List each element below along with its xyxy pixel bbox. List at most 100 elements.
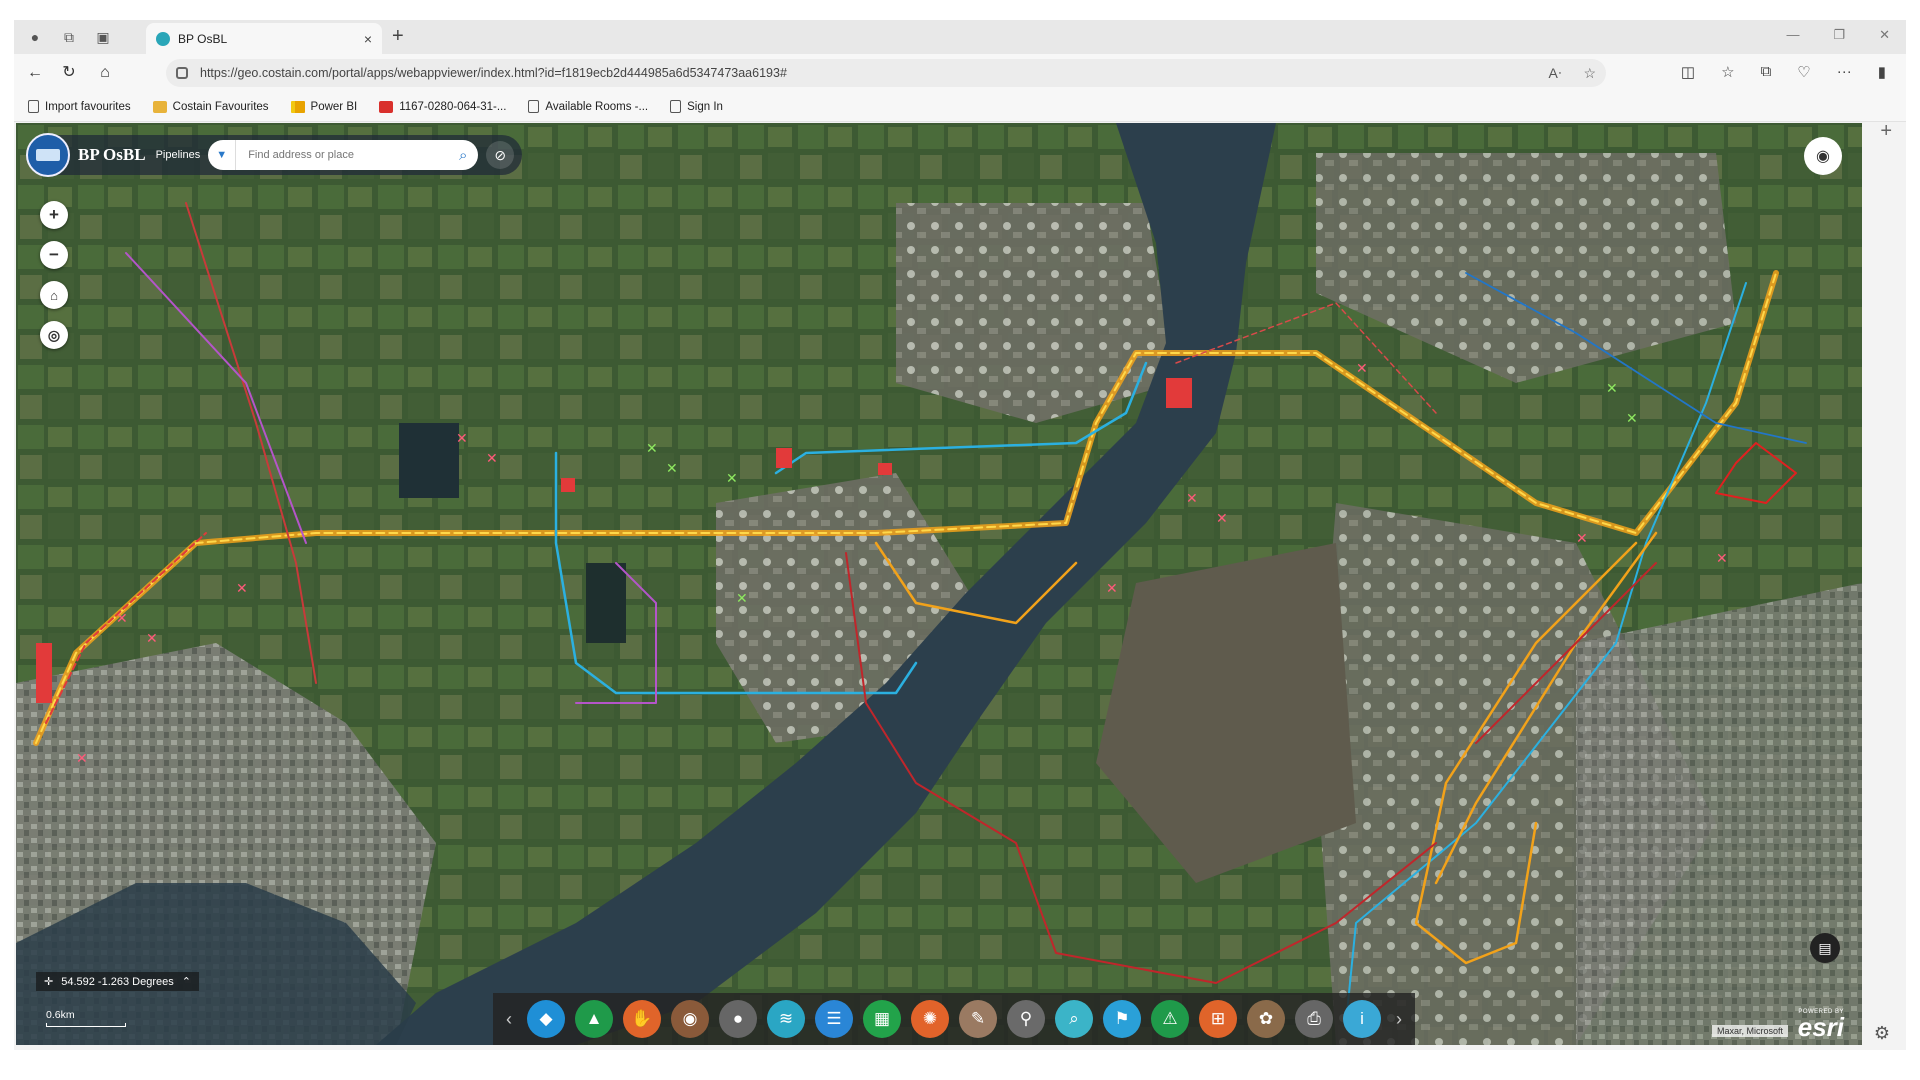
svg-text:✕: ✕ bbox=[486, 451, 498, 467]
coordinate-expand-icon[interactable]: ⌃ bbox=[182, 975, 191, 988]
share-link-icon[interactable]: ⊘ bbox=[486, 141, 515, 169]
app-title: BP OsBL bbox=[78, 145, 146, 164]
tab-strip: ● ⧉ ▣ BP OsBL × + — ❐ ✕ bbox=[14, 20, 1906, 54]
svg-text:✕: ✕ bbox=[736, 591, 748, 607]
draw-tool-icon[interactable]: ✿ bbox=[1247, 1000, 1285, 1038]
tab-bp-osbl[interactable]: BP OsBL × bbox=[146, 23, 382, 54]
print-tool-icon[interactable]: ⎙ bbox=[1295, 1000, 1333, 1038]
coordinates-text: 54.592 -1.263 Degrees bbox=[61, 975, 174, 988]
network-tool-icon[interactable]: ✺ bbox=[911, 1000, 949, 1038]
search-icon[interactable]: ⌕ bbox=[448, 147, 478, 164]
stack-tool-icon[interactable]: ≋ bbox=[767, 1000, 805, 1038]
toolbar-next-icon[interactable]: › bbox=[1391, 1009, 1407, 1030]
bookmark-sign-in[interactable]: Sign In bbox=[670, 100, 723, 113]
satellite-imagery: ✕ ✕ ✕ ✕ ✕ ✕ ✕ ✕ ✕ ✕ ✕ ✕ ✕ ✕ ✕ ✕ ✕ ✕ bbox=[16, 123, 1862, 1045]
more-menu-icon[interactable]: ··· bbox=[1837, 63, 1852, 81]
site-favicon bbox=[156, 31, 170, 46]
widget-toolbar: ‹ ◆ ▲ ✋ ◉ ● ≋ ☰ ▦ ✺ ✎ ⚲ ⌕ ⚑ ⚠ ⊞ ✿ ⎙ i › bbox=[493, 993, 1415, 1045]
tab-actions-icon[interactable]: ▣ bbox=[92, 27, 114, 47]
page-icon bbox=[528, 100, 540, 113]
split-screen-icon[interactable]: ◫ bbox=[1681, 63, 1695, 81]
svg-text:✕: ✕ bbox=[1216, 511, 1228, 527]
scale-label: 0.6km bbox=[46, 1009, 75, 1021]
restore-icon[interactable]: ❐ bbox=[1833, 27, 1845, 43]
home-extent-icon[interactable]: ⌂ bbox=[40, 281, 68, 309]
favorites-bar: Import favourites Costain Favourites Pow… bbox=[14, 92, 1906, 122]
layers-tool-icon[interactable]: ◆ bbox=[527, 1000, 565, 1038]
bookmark-pdf-document[interactable]: 1167-0280-064-31-... bbox=[379, 100, 507, 113]
basemap-tool-icon[interactable]: ▲ bbox=[575, 1000, 613, 1038]
collections-icon[interactable]: ⧉ bbox=[58, 27, 80, 47]
bookmark-label: Costain Favourites bbox=[172, 100, 269, 113]
legend-icon[interactable]: ▤ bbox=[1810, 933, 1840, 963]
close-window-icon[interactable]: ✕ bbox=[1879, 27, 1890, 43]
coordinate-readout[interactable]: ✛ 54.592 -1.263 Degrees ⌃ bbox=[36, 972, 199, 991]
profile-icon[interactable]: ● bbox=[24, 27, 46, 47]
tool-list: ◆ ▲ ✋ ◉ ● ≋ ☰ ▦ ✺ ✎ ⚲ ⌕ ⚑ ⚠ ⊞ ✿ ⎙ i bbox=[527, 1000, 1381, 1038]
esri-wordmark: esri bbox=[1797, 1012, 1844, 1042]
bookmark-available-rooms[interactable]: Available Rooms -... bbox=[528, 100, 648, 113]
bookmark-costain-favourites[interactable]: Costain Favourites bbox=[152, 100, 269, 113]
warning-tool-icon[interactable]: ⚠ bbox=[1151, 1000, 1189, 1038]
home-icon[interactable]: ⌂ bbox=[94, 62, 116, 84]
svg-text:✕: ✕ bbox=[456, 431, 468, 447]
select-tool-icon[interactable]: ✋ bbox=[623, 1000, 661, 1038]
frame-tool-icon[interactable]: ⊞ bbox=[1199, 1000, 1237, 1038]
info-tool-icon[interactable]: i bbox=[1343, 1000, 1381, 1038]
folder-icon bbox=[152, 100, 167, 113]
new-tab-button[interactable]: + bbox=[392, 25, 404, 48]
app-logo-icon bbox=[26, 133, 70, 177]
address-bar[interactable]: https://geo.costain.com/portal/apps/weba… bbox=[166, 59, 1606, 87]
measure-tool-icon[interactable]: ✎ bbox=[959, 1000, 997, 1038]
url-text[interactable]: https://geo.costain.com/portal/apps/weba… bbox=[200, 66, 1527, 80]
settings-gear-icon[interactable]: ⚙ bbox=[1874, 1023, 1890, 1044]
refresh-icon[interactable]: ↻ bbox=[58, 62, 80, 84]
minimize-icon[interactable]: — bbox=[1786, 27, 1799, 43]
read-aloud-icon[interactable]: Aᐧ bbox=[1549, 65, 1562, 82]
zoom-in-button[interactable]: + bbox=[40, 201, 68, 229]
toolbar-prev-icon[interactable]: ‹ bbox=[501, 1009, 517, 1030]
svg-text:✕: ✕ bbox=[1576, 531, 1588, 547]
favorite-star-icon[interactable]: ☆ bbox=[1583, 65, 1596, 82]
favorites-icon[interactable]: ☆ bbox=[1721, 63, 1734, 81]
svg-text:✕: ✕ bbox=[236, 581, 248, 597]
lock-icon[interactable] bbox=[176, 67, 188, 79]
zoom-out-button[interactable]: − bbox=[40, 241, 68, 269]
bookmark-label: Sign In bbox=[687, 100, 723, 113]
person-tool-icon[interactable]: ● bbox=[719, 1000, 757, 1038]
browser-essentials-icon[interactable]: ♡ bbox=[1797, 63, 1810, 81]
powerbi-icon bbox=[290, 100, 305, 113]
sidebar-add-icon[interactable]: + bbox=[1880, 120, 1892, 143]
collections-toolbar-icon[interactable]: ⧉ bbox=[1761, 63, 1772, 81]
search-input[interactable] bbox=[236, 149, 449, 161]
browser-toolbar: ◫ ☆ ⧉ ♡ ··· ▮ bbox=[1681, 63, 1886, 81]
esri-logo[interactable]: POWERED BY esri bbox=[1797, 1009, 1844, 1042]
svg-text:✕: ✕ bbox=[1606, 381, 1618, 397]
grid-tool-icon[interactable]: ▦ bbox=[863, 1000, 901, 1038]
map-view[interactable]: ✕ ✕ ✕ ✕ ✕ ✕ ✕ ✕ ✕ ✕ ✕ ✕ ✕ ✕ ✕ ✕ ✕ ✕ BP OsBL Pipeline… bbox=[16, 123, 1862, 1045]
bookmark-import-favourites[interactable]: Import favourites bbox=[28, 100, 131, 113]
back-icon[interactable]: ← bbox=[24, 62, 46, 84]
pin-tool-icon[interactable]: ⚲ bbox=[1007, 1000, 1045, 1038]
close-tab-icon[interactable]: × bbox=[364, 31, 372, 47]
visibility-toggle-icon[interactable]: ◉ bbox=[1804, 137, 1842, 175]
my-location-icon[interactable]: ◎ bbox=[40, 321, 68, 349]
map-attribution: Maxar, Microsoft bbox=[1711, 1025, 1788, 1037]
bookmark-label: Available Rooms -... bbox=[545, 100, 649, 113]
svg-text:✕: ✕ bbox=[1186, 491, 1198, 507]
sidebar-toggle-icon[interactable]: ▮ bbox=[1878, 63, 1886, 81]
bookmark-label: 1167-0280-064-31-... bbox=[399, 100, 507, 113]
bookmark-tool-icon[interactable]: ⚑ bbox=[1103, 1000, 1141, 1038]
address-bar-row: ← ↻ ⌂ https://geo.costain.com/portal/app… bbox=[14, 54, 1906, 92]
bookmark-label: Import favourites bbox=[45, 100, 131, 113]
search-source-dropdown[interactable]: ▼ bbox=[208, 140, 237, 170]
app-header: BP OsBL Pipelines ▼ ⌕ ⊘ bbox=[26, 133, 523, 177]
bookmark-power-bi[interactable]: Power BI bbox=[290, 100, 357, 113]
svg-text:✕: ✕ bbox=[76, 751, 88, 767]
svg-text:✕: ✕ bbox=[646, 441, 658, 457]
scale-line bbox=[46, 1023, 126, 1027]
globe-tool-icon[interactable]: ◉ bbox=[671, 1000, 709, 1038]
list-tool-icon[interactable]: ☰ bbox=[815, 1000, 853, 1038]
query-tool-icon[interactable]: ⌕ bbox=[1055, 1000, 1093, 1038]
tab-title: BP OsBL bbox=[178, 31, 228, 46]
